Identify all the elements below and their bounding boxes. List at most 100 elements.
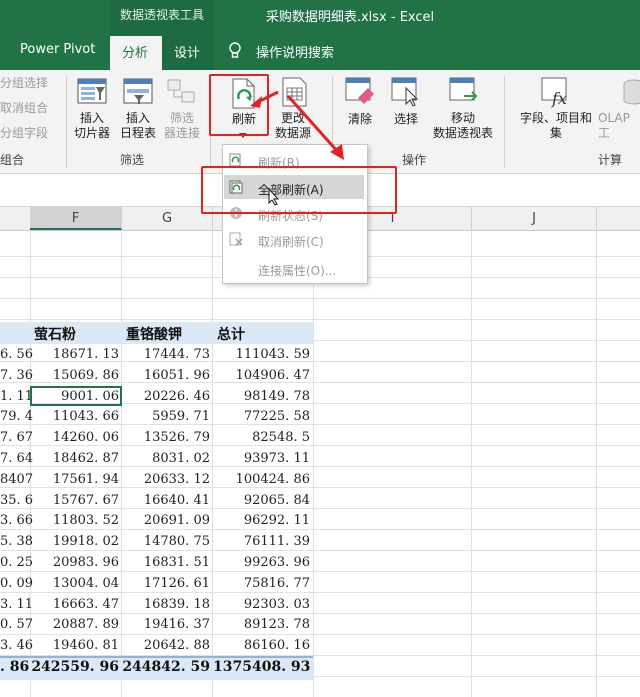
pivot-cell-e[interactable]: 8407 <box>0 470 33 490</box>
group-selection-button[interactable]: 分组选择 <box>0 76 48 91</box>
pivot-cell-g[interactable]: 14780. 75 <box>122 532 210 552</box>
change-data-source-button[interactable]: 更改 数据源 <box>268 111 318 141</box>
pivot-cell-g[interactable]: 16831. 51 <box>122 553 210 573</box>
select-cursor-icon <box>391 77 419 107</box>
pivot-cell-h[interactable]: 99263. 96 <box>213 553 310 573</box>
pivot-cell-f[interactable]: 18671. 13 <box>30 345 119 365</box>
insert-slicer-button[interactable]: 插入 切片器 <box>72 111 112 141</box>
pivot-cell-h[interactable]: 111043. 59 <box>213 345 310 365</box>
pivot-header-fluorite[interactable]: 萤石粉 <box>34 324 76 344</box>
total-cell-f[interactable]: 242559. 96 <box>30 657 119 677</box>
pivot-cell-h[interactable]: 98149. 78 <box>213 387 310 407</box>
tab-analyze[interactable]: 分析 <box>122 42 148 61</box>
pivot-cell-e[interactable]: 6. 56 <box>0 345 33 365</box>
pivot-cell-g[interactable]: 17444. 73 <box>122 345 210 365</box>
clear-button[interactable]: 清除 <box>340 112 380 127</box>
pivot-cell-f[interactable]: 16663. 47 <box>30 595 119 615</box>
pivot-cell-f[interactable]: 20887. 89 <box>30 615 119 635</box>
move-pivot-label-1: 移动 <box>450 111 475 125</box>
olap-tools-button[interactable]: OLAP 工 <box>598 111 640 141</box>
pivot-cell-e[interactable]: 1. 11 <box>0 387 33 407</box>
pivot-cell-g[interactable]: 16640. 41 <box>122 491 210 511</box>
select-button[interactable]: 选择 <box>386 112 426 127</box>
pivot-cell-e[interactable]: 79. 4 <box>0 407 33 427</box>
total-cell-h[interactable]: 1375408. 93 <box>213 657 310 677</box>
pivot-cell-e[interactable]: 5. 38 <box>0 532 33 552</box>
pivot-cell-g[interactable]: 20642. 88 <box>122 636 210 656</box>
pivot-cell-e[interactable]: 0. 09 <box>0 574 33 594</box>
slicer-icon <box>77 78 107 104</box>
pivot-cell-f[interactable]: 19460. 81 <box>30 636 119 656</box>
pivot-cell-g[interactable]: 20226. 46 <box>122 387 210 407</box>
pivot-cell-g[interactable]: 16051. 96 <box>122 366 210 386</box>
pivot-cell-h[interactable]: 82548. 5 <box>213 428 310 448</box>
column-header-f[interactable]: F <box>30 207 122 230</box>
pivot-cell-f[interactable]: 14260. 06 <box>30 428 119 448</box>
total-cell-e[interactable]: . 86 <box>0 657 29 677</box>
grid-horizontal-line <box>0 319 640 320</box>
pivot-cell-e[interactable]: 3. 46 <box>0 636 33 656</box>
group-field-button[interactable]: 分组字段 <box>0 126 48 141</box>
pivot-cell-h[interactable]: 86160. 16 <box>213 636 310 656</box>
pivot-tools-label: 数据透视表工具 <box>119 8 204 22</box>
active-cell-outline <box>30 386 122 406</box>
column-header-j[interactable]: J <box>472 207 597 230</box>
pivot-cell-e[interactable]: 35. 6 <box>0 491 33 511</box>
pivot-cell-f[interactable]: 18462. 87 <box>30 449 119 469</box>
pivot-cell-e[interactable]: 7. 36 <box>0 366 33 386</box>
group-separator <box>504 76 505 168</box>
total-cell-g[interactable]: 244842. 59 <box>122 657 210 677</box>
tab-design[interactable]: 设计 <box>174 42 200 61</box>
lightbulb-icon <box>229 42 241 58</box>
filter-connections-label-1: 筛选 <box>169 111 194 125</box>
pivot-cell-f[interactable]: 11043. 66 <box>30 407 119 427</box>
pivot-cell-f[interactable]: 13004. 04 <box>30 574 119 594</box>
pivot-cell-h[interactable]: 100424. 86 <box>213 470 310 490</box>
pivot-header-total[interactable]: 总计 <box>217 324 245 344</box>
pivot-cell-g[interactable]: 8031. 02 <box>122 449 210 469</box>
pivot-cell-g[interactable]: 17126. 61 <box>122 574 210 594</box>
pivot-cell-h[interactable]: 92065. 84 <box>213 491 310 511</box>
pivot-cell-h[interactable]: 75816. 77 <box>213 574 310 594</box>
fields-items-label-1: 字段、项目和 <box>519 111 592 125</box>
pivot-cell-f[interactable]: 17561. 94 <box>30 470 119 490</box>
pivot-cell-f[interactable]: 20983. 96 <box>30 553 119 573</box>
column-header-g[interactable]: G <box>122 207 213 230</box>
tell-me-search[interactable]: 操作说明搜索 <box>256 42 334 61</box>
menu-item-connection-properties[interactable]: 连接属性(O)... <box>258 262 336 279</box>
pivot-cell-f[interactable]: 15767. 67 <box>30 491 119 511</box>
pivot-cell-e[interactable]: 0. 25 <box>0 553 33 573</box>
pivot-cell-h[interactable]: 76111. 39 <box>213 532 310 552</box>
pivot-cell-h[interactable]: 92303. 03 <box>213 595 310 615</box>
pivot-cell-g[interactable]: 5959. 71 <box>122 407 210 427</box>
pivot-cell-e[interactable]: 0. 57 <box>0 615 33 635</box>
pivot-cell-f[interactable]: 15069. 86 <box>30 366 119 386</box>
pivot-cell-h[interactable]: 93973. 11 <box>213 449 310 469</box>
pivot-cell-h[interactable]: 89123. 78 <box>213 615 310 635</box>
pivot-cell-h[interactable]: 77225. 58 <box>213 407 310 427</box>
pivot-cell-f[interactable]: 19918. 02 <box>30 532 119 552</box>
pivot-cell-g[interactable]: 16839. 18 <box>122 595 210 615</box>
menu-item-cancel-refresh[interactable]: 取消刷新(C) <box>258 233 324 250</box>
pivot-cell-e[interactable]: 3. 66 <box>0 511 33 531</box>
insert-timeline-button[interactable]: 插入 日程表 <box>116 111 160 141</box>
pivot-cell-e[interactable]: 7. 67 <box>0 428 33 448</box>
pivot-cell-g[interactable]: 20633. 12 <box>122 470 210 490</box>
group-label-calculations: 计算 <box>598 153 623 167</box>
pivot-cell-h[interactable]: 96292. 11 <box>213 511 310 531</box>
pivot-cell-e[interactable]: 3. 11 <box>0 595 33 615</box>
tab-power-pivot[interactable]: Power Pivot <box>20 42 95 57</box>
pivot-cell-h[interactable]: 104906. 47 <box>213 366 310 386</box>
pivot-cell-g[interactable]: 20691. 09 <box>122 511 210 531</box>
pivot-cell-f[interactable]: 11803. 52 <box>30 511 119 531</box>
filter-connections-button[interactable]: 筛选 器连接 <box>160 111 204 141</box>
pivot-cell-e[interactable]: 7. 64 <box>0 449 33 469</box>
ungroup-button[interactable]: 取消组合 <box>0 101 48 116</box>
pivot-cell-g[interactable]: 13526. 79 <box>122 428 210 448</box>
column-header-partial[interactable] <box>0 207 31 230</box>
move-pivot-table-button[interactable]: 移动 数据透视表 <box>428 111 498 141</box>
pivot-cell-g[interactable]: 19416. 37 <box>122 615 210 635</box>
pivot-header-potassium-dichromate[interactable]: 重铬酸钾 <box>126 324 182 344</box>
fields-items-sets-button[interactable]: 字段、项目和 集 <box>514 111 598 141</box>
grid-vertical-line <box>596 230 597 697</box>
